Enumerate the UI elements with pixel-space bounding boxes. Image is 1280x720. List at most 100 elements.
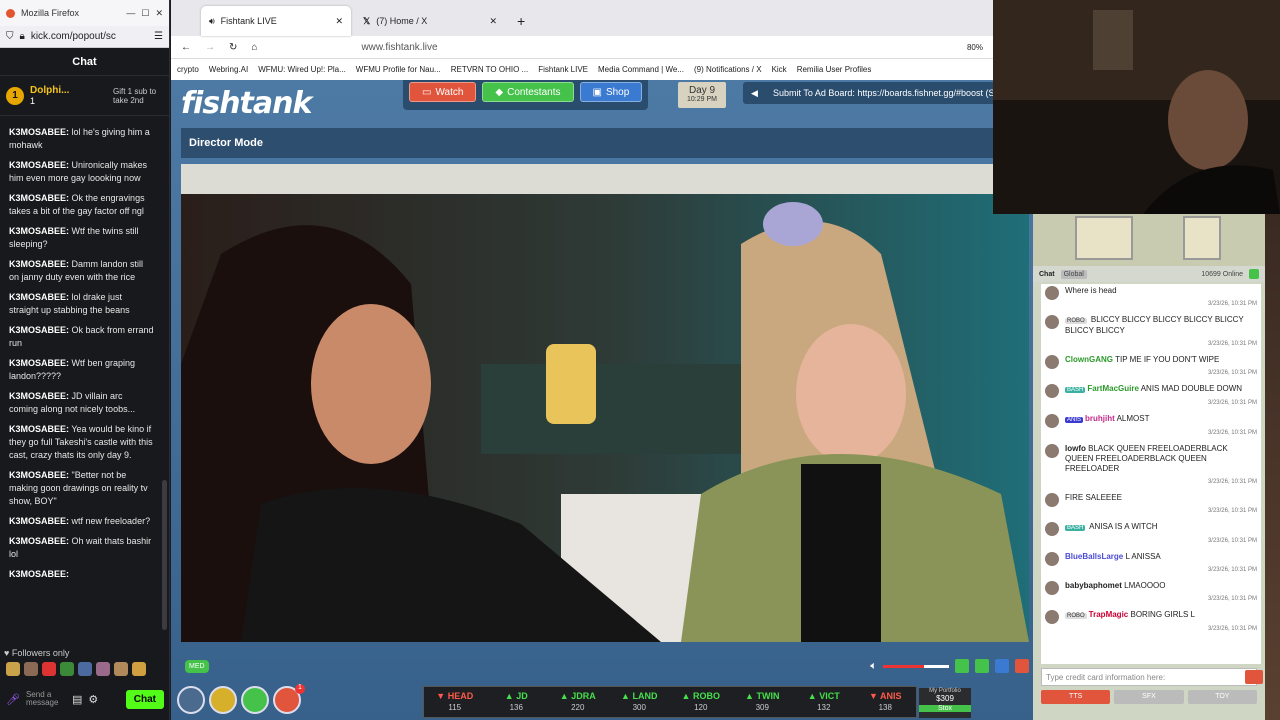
live-video[interactable] <box>181 164 1029 642</box>
message-username[interactable]: K3MOSABEE: <box>9 358 69 368</box>
emote-icon[interactable] <box>132 662 146 676</box>
message-username[interactable]: K3MOSABEE: <box>9 193 69 203</box>
avatar[interactable] <box>1045 522 1059 536</box>
pinned-gifter[interactable]: 1 Dolphi... 1 Gift 1 sub to take 2nd <box>0 76 169 116</box>
emote-icon[interactable] <box>60 662 74 676</box>
bookmark-item[interactable]: WFMU: Wired Up!: Pla... <box>258 65 346 74</box>
chat-input[interactable]: Type credit card information here: <box>1041 668 1257 686</box>
contestants-button[interactable]: ◆ Contestants <box>482 82 574 102</box>
maximize-icon[interactable]: ☐ <box>141 8 149 19</box>
items-icon[interactable] <box>241 686 269 714</box>
fullscreen-icon[interactable] <box>995 659 1009 673</box>
bookmark-item[interactable]: Webring.AI <box>209 65 248 74</box>
close-icon[interactable]: ✕ <box>155 8 163 19</box>
bookmark-item[interactable]: (9) Notifications / X <box>694 65 762 74</box>
sfx-button[interactable]: SFX <box>1114 690 1184 704</box>
back-icon[interactable]: ← <box>181 42 191 53</box>
chat-username[interactable]: lowfo <box>1065 444 1086 453</box>
home-icon[interactable]: ⌂ <box>251 42 257 53</box>
bookmark-item[interactable]: Kick <box>772 65 787 74</box>
message-username[interactable]: K3MOSABEE: <box>9 160 69 170</box>
stock-ticker[interactable]: ▼ HEAD 115 ▲ JD 136 ▲ JDRA 220 ▲ LAND 300 ▲ ROBO… <box>423 686 917 718</box>
kick-url[interactable]: kick.com/popout/sc <box>31 31 148 42</box>
bookmark-item[interactable]: Fishtank LIVE <box>538 65 588 74</box>
emote-icon[interactable] <box>78 662 92 676</box>
avatar[interactable] <box>1045 444 1059 458</box>
settings-icon[interactable]: ⚙ <box>88 693 98 706</box>
mic-icon[interactable]: 🎤︎ <box>6 693 20 706</box>
kick-url-bar[interactable]: ⛉ 🔒︎ kick.com/popout/sc ☰ <box>0 26 169 48</box>
forward-icon[interactable]: → <box>205 42 215 53</box>
chat-username[interactable]: FartMacGuire <box>1087 384 1139 393</box>
ticker-item[interactable]: ▲ ROBO 120 <box>670 687 732 717</box>
volume-slider[interactable] <box>883 664 949 668</box>
message-username[interactable]: K3MOSABEE: <box>9 536 69 546</box>
ticker-item[interactable]: ▲ TWIN 309 <box>732 687 794 717</box>
chat-username[interactable]: bruhjiht <box>1085 414 1115 423</box>
bookmark-item[interactable]: WFMU Profile for Nau... <box>356 65 441 74</box>
message-username[interactable]: K3MOSABEE: <box>9 569 69 579</box>
fishtank-logo[interactable]: fishtank <box>181 86 312 121</box>
portfolio-widget[interactable]: My Portfolio $309 Stox <box>919 688 971 718</box>
toy-button[interactable]: TOY <box>1187 690 1257 704</box>
chat-username[interactable]: TrapMagic <box>1089 610 1129 619</box>
minimize-icon[interactable]: — <box>126 8 135 18</box>
ticker-item[interactable]: ▲ JD 136 <box>486 687 548 717</box>
chat-username[interactable]: ClownGANG <box>1065 355 1113 364</box>
audio-icon[interactable]: 🔊︎ <box>209 16 215 27</box>
bookmark-item[interactable]: RETVRN TO OHIO ... <box>451 65 529 74</box>
message-username[interactable]: K3MOSABEE: <box>9 391 69 401</box>
avatar[interactable] <box>1045 552 1059 566</box>
chat-send-button[interactable]: Chat <box>125 689 164 709</box>
emote-icon[interactable] <box>6 662 20 676</box>
avatar[interactable] <box>1045 286 1059 300</box>
pip-icon[interactable] <box>955 659 969 673</box>
volume-icon[interactable]: 🔈︎ <box>870 660 877 673</box>
menu-icon[interactable]: ☰ <box>154 31 163 42</box>
expand-icon[interactable] <box>1249 269 1259 279</box>
ticker-item[interactable]: ▲ JDRA 220 <box>547 687 609 717</box>
chat-tab[interactable]: Chat <box>1039 271 1055 278</box>
emote-row[interactable] <box>6 662 146 676</box>
avatar[interactable] <box>1045 355 1059 369</box>
message-username[interactable]: K3MOSABEE: <box>9 424 69 434</box>
quality-button[interactable]: MED <box>185 659 209 673</box>
avatar[interactable] <box>1045 581 1059 595</box>
bookmark-item[interactable]: Media Command | We... <box>598 65 684 74</box>
tab-x[interactable]: 𝕏 (7) Home / X ✕ <box>355 6 505 36</box>
avatar[interactable] <box>1045 315 1059 329</box>
message-username[interactable]: K3MOSABEE: <box>9 259 69 269</box>
message-username[interactable]: K3MOSABEE: <box>9 325 69 335</box>
bookmark-item[interactable]: Remilia User Profiles <box>797 65 872 74</box>
cam-thumb[interactable] <box>1075 216 1133 260</box>
message-username[interactable]: K3MOSABEE: <box>9 292 69 302</box>
tts-button[interactable]: TTS <box>1041 690 1111 704</box>
emote-icon[interactable] <box>24 662 38 676</box>
message-username[interactable]: K3MOSABEE: <box>9 516 69 526</box>
message-username[interactable]: K3MOSABEE: <box>9 127 69 137</box>
avatar[interactable] <box>1045 414 1059 428</box>
bookmark-item[interactable]: crypto <box>177 65 199 74</box>
message-username[interactable]: K3MOSABEE: <box>9 226 69 236</box>
chat-username[interactable]: BlueBallsLarge <box>1065 552 1123 561</box>
ad-board-bar[interactable]: ◀ Submit To Ad Board: https://boards.fis… <box>743 82 995 104</box>
ticker-item[interactable]: ▲ VICT 132 <box>793 687 855 717</box>
gift-icon[interactable]: ▤ <box>72 693 82 706</box>
close-tab-icon[interactable]: ✕ <box>335 16 343 27</box>
record-icon[interactable] <box>1015 659 1029 673</box>
send-icon[interactable] <box>1245 670 1263 684</box>
gift-sub-prompt[interactable]: Gift 1 sub to take 2nd <box>113 87 163 105</box>
avatar[interactable] <box>1045 610 1059 624</box>
shop-button[interactable]: ▣ Shop <box>579 82 643 102</box>
ticker-item[interactable]: ▲ LAND 300 <box>609 687 671 717</box>
avatar[interactable] <box>1045 384 1059 398</box>
cast-icon[interactable] <box>975 659 989 673</box>
emote-icon[interactable] <box>42 662 56 676</box>
tab-fishtank[interactable]: 🔊︎ Fishtank LIVE ✕ <box>201 6 351 36</box>
emote-icon[interactable] <box>96 662 110 676</box>
watch-button[interactable]: ▭ Watch <box>409 82 477 102</box>
close-tab-icon[interactable]: ✕ <box>489 16 497 27</box>
chat-username[interactable]: babybaphomet <box>1065 581 1122 590</box>
send-message-input[interactable]: Send a message <box>26 691 66 707</box>
global-tab[interactable]: Global <box>1060 269 1087 279</box>
